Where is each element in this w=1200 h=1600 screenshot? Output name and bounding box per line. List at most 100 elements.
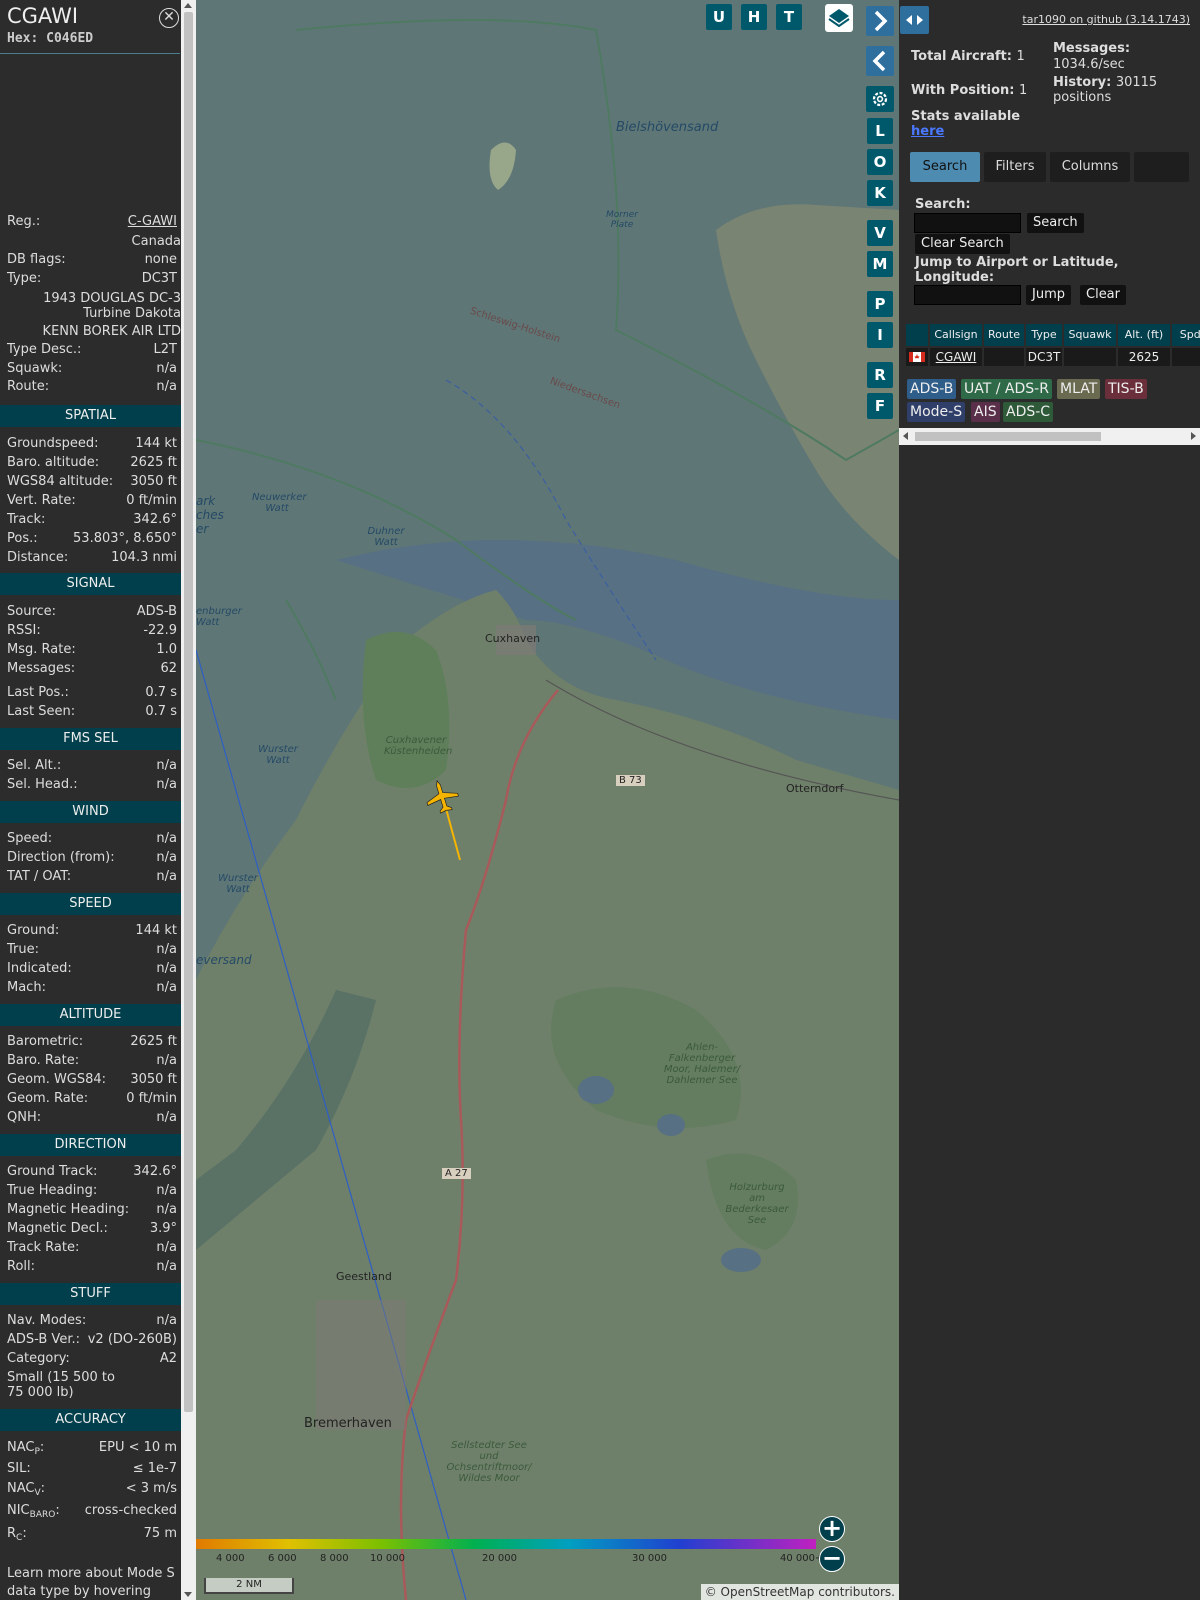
zoom-in-button[interactable]: + (819, 1516, 845, 1542)
stat-total: Total Aircraft: 1 (911, 49, 1025, 64)
layers-icon (828, 9, 850, 28)
scroll-down-icon[interactable] (184, 1592, 192, 1597)
section-signal: SIGNAL (0, 573, 181, 595)
tab-filters[interactable]: Filters (984, 152, 1046, 182)
stat-history: History: 30115 positions (1053, 75, 1158, 105)
left-panel-scrollbar[interactable] (181, 0, 196, 1600)
map-button-i[interactable]: I (867, 322, 893, 348)
jump-button[interactable]: Jump (1026, 285, 1071, 305)
info-row-route: Route: n/a (7, 379, 177, 394)
table-header-squawk[interactable]: Squawk (1064, 324, 1116, 346)
stat-messages: Messages: 1034.6/sec (1053, 41, 1131, 72)
category-desc: Small (15 500 to 75 000 lb) (7, 1370, 115, 1400)
map-button-r[interactable]: R (867, 362, 893, 388)
table-header-type[interactable]: Type (1026, 324, 1062, 346)
map-label-sellstedter: Sellstedter See und Ochsentriftmoor/ Wil… (446, 1440, 532, 1484)
map-attribution: © OpenStreetMap contributors. (700, 1584, 899, 1600)
table-row-alt[interactable]: 2625 (1118, 348, 1170, 366)
badge-adsc: ADS-C (1003, 402, 1054, 422)
zoom-out-button[interactable]: − (819, 1546, 845, 1572)
badge-adsb: ADS-B (907, 379, 957, 399)
hscrollbar-thumb[interactable] (915, 432, 1101, 441)
info-row-nav-modes: Nav. Modes: n/a (7, 1313, 177, 1328)
table-row-route[interactable] (984, 348, 1024, 366)
map-label-bielshoven: Bielshövensand (616, 120, 719, 135)
map-button-k[interactable]: K (867, 180, 893, 206)
info-row-dbflags: DB flags: none (7, 252, 177, 267)
info-row-type: Type: DC3T (7, 271, 177, 286)
search-input[interactable] (914, 213, 1021, 233)
tab-search[interactable]: Search (910, 152, 980, 182)
map-button-u[interactable]: U (706, 4, 732, 30)
info-row-nic: NICBARO: cross-checked (7, 1503, 177, 1520)
jump-input[interactable] (914, 285, 1021, 305)
map-button-p[interactable]: P (867, 291, 893, 317)
github-link[interactable]: tar1090 on github (3.14.1743) (1022, 13, 1190, 26)
scroll-left-icon[interactable] (903, 432, 908, 440)
map-lake-3 (721, 1248, 761, 1272)
info-row-ground-track: Ground Track: 342.6° (7, 1164, 177, 1179)
table-row-flag[interactable] (906, 348, 928, 366)
info-row-groundspeed: Groundspeed: 144 kt (7, 436, 177, 451)
clear-button[interactable]: Clear (1080, 285, 1126, 305)
tab-columns[interactable]: Columns (1050, 152, 1130, 182)
close-icon[interactable]: ✕ (159, 8, 179, 28)
map-button-l[interactable]: L (867, 118, 893, 144)
table-header-alt[interactable]: Alt. (ft) (1118, 324, 1170, 346)
tab-more[interactable] (1134, 152, 1189, 182)
header-divider (0, 53, 180, 54)
reg-link[interactable]: C-GAWI (128, 213, 177, 231)
collapse-left-button[interactable] (866, 46, 894, 76)
toggle-sidebar-button[interactable] (900, 6, 929, 34)
map-canvas[interactable] (196, 0, 899, 1600)
info-row-roll: Roll: n/a (7, 1259, 177, 1274)
scroll-up-icon[interactable] (184, 3, 192, 8)
aircraft-hex: Hex: C046ED (7, 31, 94, 46)
info-row-geom-rate: Geom. Rate: 0 ft/min (7, 1091, 177, 1106)
map-view[interactable]: Bielshövensand Morner Plate Schleswig-Ho… (196, 0, 899, 1600)
clear-search-button[interactable]: Clear Search (915, 234, 1010, 254)
aircraft-table: Callsign Route Type Squawk Alt. (ft) Spd… (906, 324, 1200, 366)
osm-link[interactable]: OpenStreetMap (721, 1585, 815, 1599)
map-button-h[interactable]: H (741, 4, 767, 30)
table-row-type[interactable]: DC3T (1026, 348, 1062, 366)
info-row-typedesc: Type Desc.: L2T (7, 342, 177, 357)
section-accuracy: ACCURACY (0, 1409, 181, 1431)
map-button-m[interactable]: M (867, 251, 893, 277)
map-button-o[interactable]: O (867, 149, 893, 175)
table-row-squawk[interactable] (1064, 348, 1116, 366)
badge-tisb: TIS-B (1105, 379, 1147, 399)
section-fms: FMS SEL (0, 728, 181, 750)
table-row-callsign[interactable]: CGAWI (930, 348, 982, 366)
map-button-f[interactable]: F (867, 393, 893, 419)
map-button-v[interactable]: V (867, 220, 893, 246)
info-row-track: Track: 342.6° (7, 512, 177, 527)
info-row-distance: Distance: 104.3 nmi (7, 550, 177, 565)
search-button[interactable]: Search (1027, 213, 1084, 233)
stats-link[interactable]: here (911, 124, 1020, 139)
info-row-indicated: Indicated: n/a (7, 961, 177, 976)
table-row-spd[interactable] (1172, 348, 1200, 366)
layers-button[interactable] (825, 4, 853, 32)
stat-with-position: With Position: 1 (911, 83, 1028, 98)
table-header-spd[interactable]: Spd. (1172, 324, 1200, 346)
scrollbar-thumb[interactable] (184, 12, 193, 1412)
alt-tick-5: 30 000 (632, 1553, 667, 1564)
info-row-true-speed: True: n/a (7, 942, 177, 957)
settings-button[interactable] (866, 86, 894, 112)
info-row-source: Source: ADS-B (7, 604, 177, 619)
info-row-squawk: Squawk: n/a (7, 361, 177, 376)
info-row-wind-speed: Speed: n/a (7, 831, 177, 846)
aircraft-title: CGAWI (7, 4, 79, 28)
footer-note: Learn more about Mode Sdata type by hove… (7, 1566, 175, 1599)
table-header-route[interactable]: Route (984, 324, 1024, 346)
map-label-bremerhaven: Bremerhaven (304, 1416, 392, 1431)
info-row-wind-dir: Direction (from): n/a (7, 850, 177, 865)
expand-right-button[interactable] (866, 6, 894, 36)
arrows-horizontal-icon (906, 15, 923, 25)
table-header-callsign[interactable]: Callsign (930, 324, 982, 346)
scroll-right-icon[interactable] (1191, 432, 1196, 440)
map-label-ahlen: Ahlen-Falkenberger Moor, Halemer/ Dahlem… (663, 1042, 741, 1086)
table-hscrollbar[interactable] (899, 428, 1200, 445)
map-button-t[interactable]: T (776, 4, 802, 30)
